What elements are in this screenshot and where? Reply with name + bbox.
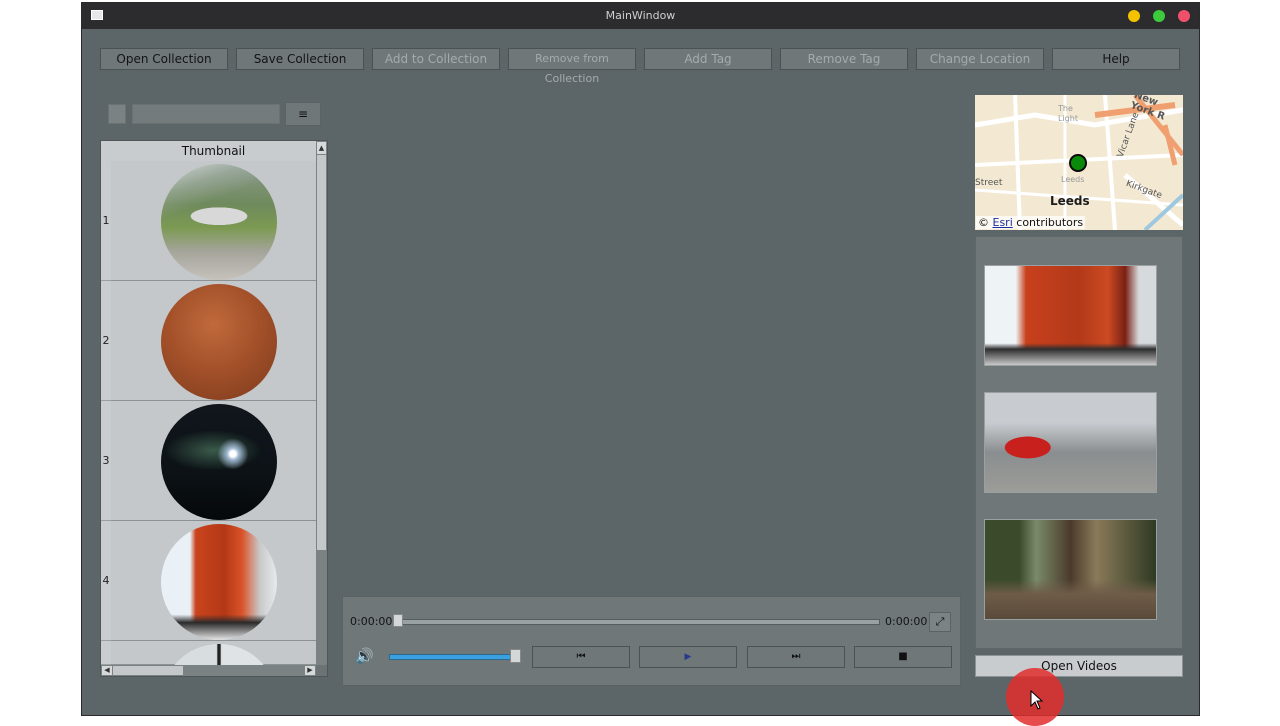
thumbnail-image-night-scene bbox=[161, 404, 277, 520]
thumbnail-cell[interactable] bbox=[111, 521, 316, 641]
video-thumbnail-red-temple[interactable] bbox=[984, 265, 1157, 366]
video-thumbnail-street-truck[interactable] bbox=[984, 392, 1157, 493]
map-street-label: Street bbox=[975, 178, 1003, 188]
open-collection-button[interactable]: Open Collection bbox=[100, 48, 228, 70]
scroll-up-arrow-icon[interactable]: ▲ bbox=[317, 142, 326, 154]
row-number: 1 bbox=[101, 161, 111, 281]
open-videos-button[interactable]: Open Videos bbox=[975, 655, 1183, 677]
thumbnail-cell[interactable] bbox=[111, 401, 316, 521]
total-time: 0:00:00 bbox=[885, 615, 928, 628]
row-number: 4 bbox=[101, 521, 111, 641]
stop-button[interactable]: ■ bbox=[854, 646, 952, 668]
remove-tag-button[interactable]: Remove Tag bbox=[780, 48, 908, 70]
volume-icon[interactable]: 🔊 bbox=[355, 646, 377, 666]
thumbnail-table: Thumbnail 1 2 3 4 ▲ ◀ ▶ bbox=[100, 140, 328, 677]
location-map[interactable]: New York R Vicar Lane Kirkgate Street Th… bbox=[975, 95, 1183, 230]
thumbnail-cell[interactable] bbox=[111, 161, 316, 281]
vertical-scroll-handle[interactable] bbox=[317, 155, 326, 550]
mouse-cursor-icon bbox=[1030, 690, 1044, 710]
fullscreen-icon[interactable]: ⤢ bbox=[929, 612, 951, 632]
map-city-label: Leeds bbox=[1050, 194, 1090, 208]
location-marker-icon[interactable] bbox=[1069, 154, 1087, 172]
table-row[interactable]: 4 bbox=[101, 521, 316, 641]
play-button[interactable]: ▶ bbox=[639, 646, 737, 668]
add-tag-button[interactable]: Add Tag bbox=[644, 48, 772, 70]
remove-from-collection-button[interactable]: Remove from Collection bbox=[508, 48, 636, 85]
copyright-symbol: © bbox=[978, 216, 989, 229]
scroll-left-arrow-icon[interactable]: ◀ bbox=[102, 666, 112, 675]
table-row[interactable]: 1 bbox=[101, 161, 316, 281]
row-number: 3 bbox=[101, 401, 111, 521]
thumbnail-cell[interactable] bbox=[111, 281, 316, 401]
esri-link[interactable]: Esri bbox=[993, 216, 1013, 229]
help-button[interactable]: Help bbox=[1052, 48, 1180, 70]
menu-icon[interactable]: ≡ bbox=[285, 102, 321, 126]
skip-back-icon: ⏮ bbox=[576, 651, 586, 662]
close-button[interactable] bbox=[1178, 10, 1190, 22]
horizontal-scroll-handle[interactable] bbox=[113, 666, 183, 675]
video-thumbnail-forest-playground[interactable] bbox=[984, 519, 1157, 620]
scroll-right-arrow-icon[interactable]: ▶ bbox=[305, 666, 315, 675]
map-street-label: Leeds bbox=[1061, 175, 1085, 184]
thumbnail-image-red-pagoda bbox=[161, 524, 277, 640]
map-attribution: © Esri contributors bbox=[976, 216, 1086, 229]
attribution-text: contributors bbox=[1016, 216, 1084, 229]
stop-icon: ■ bbox=[898, 651, 908, 662]
table-row[interactable]: 3 bbox=[101, 401, 316, 521]
thumbnail-image-mountain-road bbox=[161, 164, 277, 280]
volume-slider[interactable] bbox=[389, 654, 519, 660]
media-player-controls: 0:00:00 0:00:00 ⤢ 🔊 ⏮ ▶ ⏭ ■ bbox=[342, 596, 961, 686]
current-time: 0:00:00 bbox=[350, 615, 393, 628]
table-row[interactable]: 2 bbox=[101, 281, 316, 401]
table-row[interactable] bbox=[101, 641, 316, 665]
video-frame bbox=[985, 393, 1156, 492]
maximize-button[interactable] bbox=[1153, 10, 1165, 22]
row-number: 2 bbox=[101, 281, 111, 401]
table-header-thumbnail[interactable]: Thumbnail bbox=[111, 141, 316, 162]
skip-forward-icon: ⏭ bbox=[791, 651, 801, 662]
add-to-collection-button[interactable]: Add to Collection bbox=[372, 48, 500, 70]
map-street-label: The Light bbox=[1058, 104, 1078, 123]
thumbnail-cell[interactable] bbox=[111, 641, 316, 665]
row-number bbox=[101, 641, 111, 665]
save-collection-button[interactable]: Save Collection bbox=[236, 48, 364, 70]
window-title: MainWindow bbox=[605, 9, 676, 22]
minimize-button[interactable] bbox=[1128, 10, 1140, 22]
volume-handle[interactable] bbox=[510, 649, 521, 663]
next-button[interactable]: ⏭ bbox=[747, 646, 845, 668]
table-corner bbox=[101, 141, 111, 161]
previous-button[interactable]: ⏮ bbox=[532, 646, 630, 668]
thumbnail-image-partial bbox=[161, 644, 277, 665]
search-input[interactable] bbox=[132, 104, 280, 124]
thumbnail-image-orange-blur bbox=[161, 284, 277, 400]
seek-bar[interactable] bbox=[398, 619, 880, 625]
horizontal-scrollbar[interactable]: ◀ ▶ bbox=[101, 665, 316, 676]
play-icon: ▶ bbox=[684, 652, 692, 662]
seek-handle[interactable] bbox=[393, 614, 403, 627]
main-window: MainWindow Open Collection Save Collecti… bbox=[81, 2, 1200, 716]
vertical-scrollbar[interactable]: ▲ bbox=[316, 141, 327, 665]
change-location-button[interactable]: Change Location bbox=[916, 48, 1044, 70]
titlebar: MainWindow bbox=[82, 3, 1199, 29]
video-frame bbox=[985, 520, 1156, 619]
search-icon[interactable] bbox=[108, 104, 126, 124]
video-frame bbox=[985, 266, 1156, 365]
video-list bbox=[975, 236, 1183, 649]
